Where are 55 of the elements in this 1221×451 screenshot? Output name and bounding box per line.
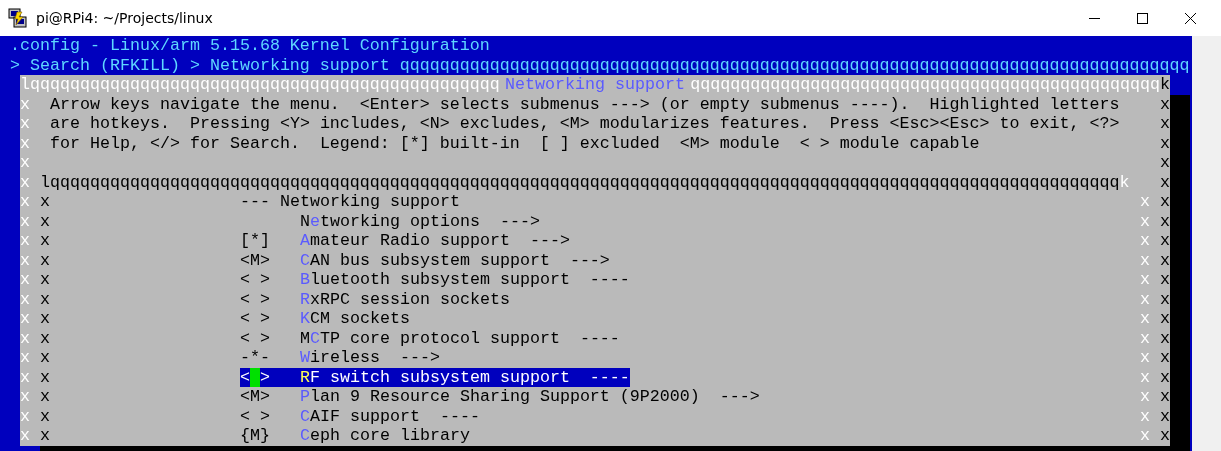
border-line: xxxxxxxxxxxxxxxxxx — [1160, 94, 1170, 446]
menu-item[interactable]: Networking options ---> — [240, 211, 540, 231]
option-state: < > — [240, 289, 270, 309]
option-label: MCTP core protocol support ---- — [300, 328, 620, 348]
maximize-icon — [1136, 12, 1148, 24]
option-label: RxRPC session sockets — [300, 289, 510, 309]
border-corner: k — [1160, 75, 1170, 95]
option-state: [*] — [240, 231, 270, 251]
dialog-title: Networking support — [505, 75, 685, 95]
close-icon — [1184, 12, 1196, 24]
border-line: lqqqqqqqqqqqqqqqqqqqqqqqqqqqqqqqqqqqqqqqqqqqqqqq — [20, 75, 500, 95]
option-label: Plan 9 Resource Sharing Support (9P2000) ---> — [300, 387, 760, 407]
menu-heading: --- Networking support — [240, 192, 460, 212]
menu-item[interactable]: <M> Plan 9 Resource Sharing Support (9P2000) ---> — [240, 387, 760, 407]
menu-item[interactable]: < > RF switch subsystem support ---- — [240, 367, 630, 387]
option-state: < > — [240, 309, 270, 329]
option-label: CAN bus subsystem support ---> — [300, 250, 610, 270]
option-label: Bluetooth subsystem support ---- — [300, 270, 630, 290]
option-state: <M> — [240, 387, 270, 407]
menu-item[interactable]: {M} Ceph core library — [240, 426, 470, 446]
menu-item[interactable]: < > RxRPC session sockets — [240, 289, 510, 309]
border-line: xxxxxxxxxxxxxxxxxx — [20, 94, 30, 446]
menu-item[interactable]: -*- Wireless ---> — [240, 348, 440, 368]
rule-line: qqqqqqqqqqqqqqqqqqqqqqqqqqqqqqqqqqqqqqqqqqqqqqqqqqqqqqqqqqqqqqqqqqqqqqqqqqqqqqq — [399, 55, 1190, 75]
menu-item[interactable]: < > KCM sockets — [240, 309, 410, 329]
menu-item[interactable]: [*] Amateur Radio support ---> — [240, 231, 570, 251]
border-line: lqqqqqqqqqqqqqqqqqqqqqqqqqqqqqqqqqqqqqqqqqqqqqqqqqqqqqqqqqqqqqqqqqqqqqqqqqqqqqqqqqqqqqqqqqqqqqqqqqqqqqqqqqqq — [40, 172, 1120, 192]
option-label: Wireless ---> — [300, 348, 440, 368]
option-state: < > — [240, 328, 270, 348]
border-corner: k — [1119, 172, 1130, 192]
option-state: < > — [240, 406, 270, 426]
option-state: < > — [240, 270, 270, 290]
option-label: RF switch subsystem support ---- — [300, 367, 630, 387]
menu-item[interactable]: < > MCTP core protocol support ---- — [240, 328, 620, 348]
header-text: .config - Linux/arm 5.15.68 Kernel Configuration — [10, 36, 490, 56]
window-title: pi@RPi4: ~/Projects/linux — [36, 10, 213, 26]
option-label: CAIF support ---- — [300, 406, 480, 426]
menu-item[interactable]: < > Bluetooth subsystem support ---- — [240, 270, 630, 290]
scrollbar[interactable] — [1192, 36, 1221, 451]
border-line: xxxxxxxxxxxxx — [40, 192, 50, 446]
option-label: KCM sockets — [300, 309, 410, 329]
option-state: <M> — [240, 250, 270, 270]
breadcrumb: > Search (RFKILL) > Networking support — [10, 55, 390, 75]
option-label: Amateur Radio support ---> — [300, 231, 570, 251]
option-state: < > — [240, 367, 270, 387]
menu-item[interactable]: <M> CAN bus subsystem support ---> — [240, 250, 610, 270]
menu-item[interactable]: < > CAIF support ---- — [240, 406, 480, 426]
option-state: {M} — [240, 426, 270, 446]
computer-icon — [8, 8, 28, 28]
border-line: qqqqqqqqqqqqqqqqqqqqqqqqqqqqqqqqqqqqqqqqqqqqqqq — [690, 75, 1160, 95]
help-text: Arrow keys navigate the menu. <Enter> selects submenus ---> (or empty submenus ----). Highlighted letters are hotkeys. Pressing <Y> includes, <N> excludes, <M> modularizes features. Press <Esc><Esc> to exit, <?> for Help, </> for Search. Legend: [*] built-in [ ] excluded <M> module < > module capable — [49, 94, 1121, 153]
option-state: -*- — [240, 348, 270, 368]
option-label: Ceph core library — [300, 426, 470, 446]
option-label: Networking options ---> — [300, 211, 540, 231]
border-line: xxxxxxxxxxxxx — [1140, 192, 1150, 446]
